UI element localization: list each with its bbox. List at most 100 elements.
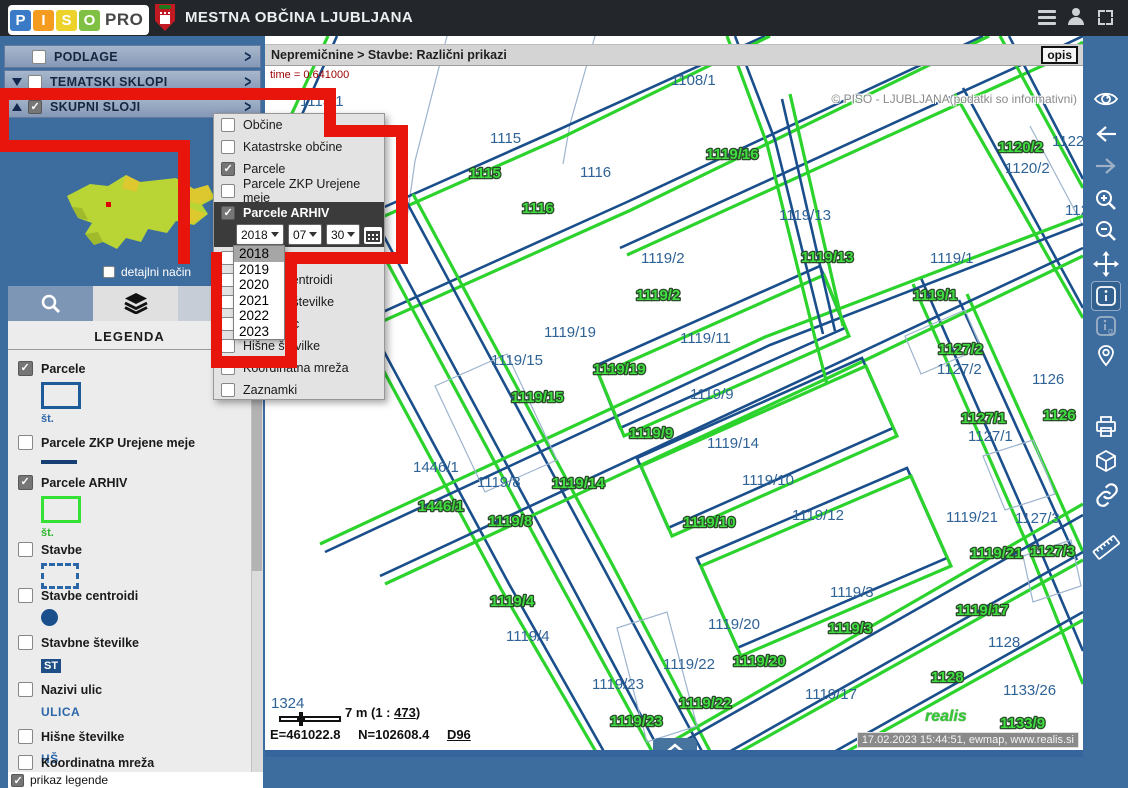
menu-icon[interactable] (1038, 10, 1056, 28)
archive-parcel-line (955, 94, 1083, 318)
layers-icon (124, 293, 148, 314)
detail-mode-row[interactable]: detajlni način (103, 265, 191, 279)
month-select[interactable]: 07 (288, 224, 322, 245)
archive-parcel-number-label: 1119/16 (706, 146, 759, 163)
location-pin-icon (1093, 343, 1119, 369)
triangle-up-icon[interactable] (12, 103, 22, 111)
year-option[interactable]: 2023 (234, 324, 284, 340)
layer-checkbox[interactable] (18, 435, 33, 450)
legend-item[interactable]: Stavbe (18, 542, 248, 589)
history-forward-button[interactable] (1092, 152, 1120, 180)
menu-item-label: Zaznamki (243, 383, 297, 397)
parcele-arhiv-checkbox[interactable] (221, 206, 235, 220)
layer-checkbox[interactable] (18, 682, 33, 697)
year-option[interactable]: 2019 (234, 262, 284, 278)
search-icon (40, 293, 62, 315)
tematski-checkbox[interactable] (28, 75, 42, 89)
history-back-button[interactable] (1092, 120, 1120, 148)
calendar-icon[interactable] (364, 227, 382, 244)
menu-checkbox[interactable] (221, 118, 235, 132)
menu-item-label: Katastrske občine (243, 140, 342, 154)
info-icon (1093, 283, 1119, 309)
layer-checkbox[interactable] (18, 475, 33, 490)
menu-checkbox[interactable] (221, 383, 235, 397)
menu-checkbox[interactable] (221, 339, 235, 353)
parcel-number-label: 1324 (271, 695, 304, 712)
map-toolbar: g (1083, 36, 1128, 757)
podlage-checkbox[interactable] (32, 50, 46, 64)
legend-item[interactable]: Parcele ZKP Urejene meje (18, 435, 248, 464)
opis-button[interactable]: opis (1041, 46, 1078, 64)
piso-logo[interactable]: P I S O PRO (8, 5, 149, 35)
show-legend-checkbox[interactable] (11, 774, 24, 787)
fullscreen-icon[interactable] (1098, 10, 1113, 25)
menu-checkbox[interactable] (221, 162, 235, 176)
layer-checkbox[interactable] (18, 361, 33, 376)
layer-checkbox[interactable] (18, 729, 33, 744)
day-select[interactable]: 30 (326, 224, 360, 245)
parcel-number-label: 1446/1 (413, 459, 459, 476)
legend-footer[interactable]: prikaz legende (8, 772, 263, 788)
menu-checkbox[interactable] (221, 184, 235, 198)
identify-button[interactable] (1092, 282, 1120, 310)
map-canvas[interactable]: 1113/1111511161108/111221120/211211119/1… (265, 36, 1083, 757)
legend-item[interactable]: Stavbe centroidi (18, 588, 248, 626)
archive-parcel-number-label: 1119/19 (593, 361, 646, 378)
red-highlight-band (211, 252, 222, 368)
archive-parcel-number-label: 1119/2 (636, 287, 680, 304)
layer-label: Parcele ZKP Urejene meje (41, 436, 195, 450)
layer-checkbox[interactable] (18, 635, 33, 650)
parcel-number-label: 1119/19 (544, 324, 596, 341)
panel-label: PODLAGE (54, 50, 118, 64)
menu-item-parcele-arhiv[interactable]: Parcele ARHIV (214, 202, 384, 224)
year-select[interactable]: 2018 (236, 224, 284, 245)
menu-item[interactable]: Zaznamki (214, 379, 384, 401)
year-option[interactable]: 2018 (234, 246, 284, 262)
parcel-number-label: 1119/11 (680, 330, 731, 347)
archive-parcel-number-label: 1116 (522, 200, 554, 217)
legend-item[interactable]: Koordinatna mreža (18, 755, 248, 770)
triangle-down-icon[interactable] (12, 78, 22, 86)
parcel-number-label: 1127/2 (937, 361, 982, 378)
view-eye-button[interactable] (1092, 85, 1120, 113)
menu-checkbox[interactable] (221, 140, 235, 154)
view-3d-button[interactable] (1092, 448, 1120, 476)
datum-link[interactable]: D96 (447, 727, 471, 742)
zoom-out-button[interactable] (1092, 217, 1120, 245)
user-icon[interactable] (1068, 8, 1084, 25)
skupni-sloji-checkbox[interactable] (28, 100, 42, 114)
menu-item[interactable]: Parcele ZKP Urejene meje (214, 180, 384, 202)
print-button[interactable] (1092, 413, 1120, 441)
share-link-button[interactable] (1092, 480, 1120, 508)
archive-parcel-number-label: 1119/8 (488, 513, 532, 530)
parcel-number-label: 1119/3 (830, 584, 874, 601)
tab-search[interactable] (8, 286, 93, 321)
legend-item[interactable]: Parcele ARHIVšt. (18, 475, 248, 539)
layer-checkbox[interactable] (18, 755, 33, 770)
locate-button[interactable] (1092, 342, 1120, 370)
panel-podlage[interactable]: PODLAGE > (4, 45, 261, 68)
pan-button[interactable] (1092, 250, 1120, 278)
year-option[interactable]: 2022 (234, 308, 284, 324)
parcel-number-label: 1127/3 (1015, 510, 1060, 527)
map-watermark: © PISO - LJUBLJANA(podatki so informativ… (831, 92, 1077, 106)
cadastral-map[interactable]: 1113/1111511161108/111221120/211211119/1… (265, 36, 1083, 757)
detail-mode-checkbox[interactable] (103, 266, 115, 278)
legend-item[interactable]: Stavbne številkeST (18, 635, 248, 674)
identify-group-button[interactable]: g (1092, 312, 1120, 340)
layer-checkbox[interactable] (18, 588, 33, 603)
measure-button[interactable] (1092, 533, 1120, 561)
archive-parcel-number-label: 1119/9 (629, 425, 673, 442)
year-option[interactable]: 2021 (234, 293, 284, 309)
archive-parcel-number-label: 1120/2 (998, 139, 1043, 156)
parcel-number-label: 1119/9 (690, 386, 734, 403)
slovenia-overview-map[interactable] (40, 158, 220, 264)
legend-item[interactable]: Nazivi ulicULICA (18, 682, 248, 721)
year-option[interactable]: 2020 (234, 277, 284, 293)
chevron-right-icon: > (245, 46, 252, 66)
layer-checkbox[interactable] (18, 542, 33, 557)
menu-item[interactable]: Katastrske občine (214, 136, 384, 158)
scale-ratio-link[interactable]: 473 (394, 705, 416, 720)
zoom-in-button[interactable] (1092, 186, 1120, 214)
tab-layers[interactable] (93, 286, 178, 321)
